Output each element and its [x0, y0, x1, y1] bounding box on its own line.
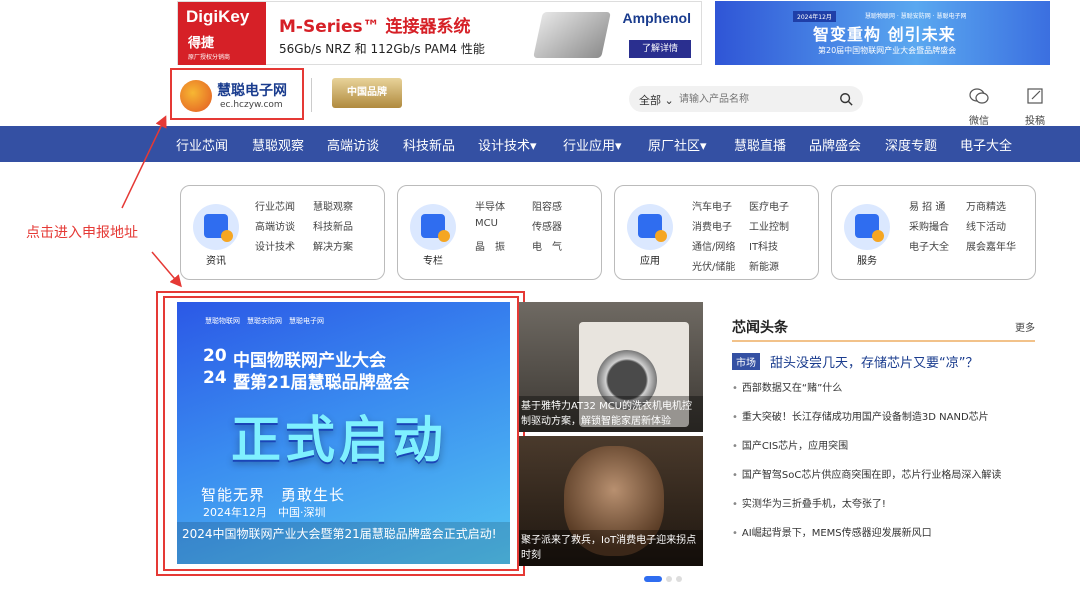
news-divider: [732, 340, 1035, 342]
thumb-caption: 基于雅特力AT32 MCU的洗衣机电机控制驱动方案，解锁智能家居新体验: [519, 396, 703, 432]
news-panel: 芯闻头条 更多 市场 甜头没尝几天，存储芯片又要“凉”？ • 西部数据又在“赌”什…: [716, 302, 1049, 574]
news-item[interactable]: • 重大突破！长江存储成功用国产设备制造3D NAND芯片: [732, 408, 989, 423]
news-item[interactable]: • 西部数据又在“赌”什么: [732, 379, 842, 394]
news-item[interactable]: • 国产CIS芯片，应用突围: [732, 437, 848, 452]
carousel-dot[interactable]: [676, 575, 682, 582]
carousel-dot[interactable]: [644, 575, 662, 582]
annotation-text: 点击进入申报地址: [26, 225, 138, 241]
news-item[interactable]: • AI崛起背景下，MEMS传感器迎发展新风口: [732, 524, 932, 539]
news-tag: 市场: [732, 353, 760, 370]
arrow-to-banner: [151, 251, 182, 288]
news-item[interactable]: • 国产智驾SoC芯片供应商突围在即，芯片行业格局深入解读: [732, 466, 1001, 481]
news-more-link[interactable]: 更多: [1015, 319, 1035, 334]
thumb-article[interactable]: 聚子派来了救兵，IoT消费电子迎来拐点时刻: [519, 436, 703, 566]
arrow-to-logo: [121, 115, 167, 209]
carousel-dot[interactable]: [666, 575, 672, 582]
carousel-dots[interactable]: [644, 568, 686, 587]
thumb-caption: 聚子派来了救兵，IoT消费电子迎来拐点时刻: [519, 530, 703, 566]
news-title: 芯闻头条: [732, 320, 788, 336]
thumb-article[interactable]: 基于雅特力AT32 MCU的洗衣机电机控制驱动方案，解锁智能家居新体验: [519, 302, 703, 432]
news-headline[interactable]: 甜头没尝几天，存储芯片又要“凉”？: [770, 352, 978, 371]
news-item[interactable]: • 实测华为三折叠手机，太夸张了!: [732, 495, 886, 510]
annotation-frame-inner: [163, 296, 519, 571]
